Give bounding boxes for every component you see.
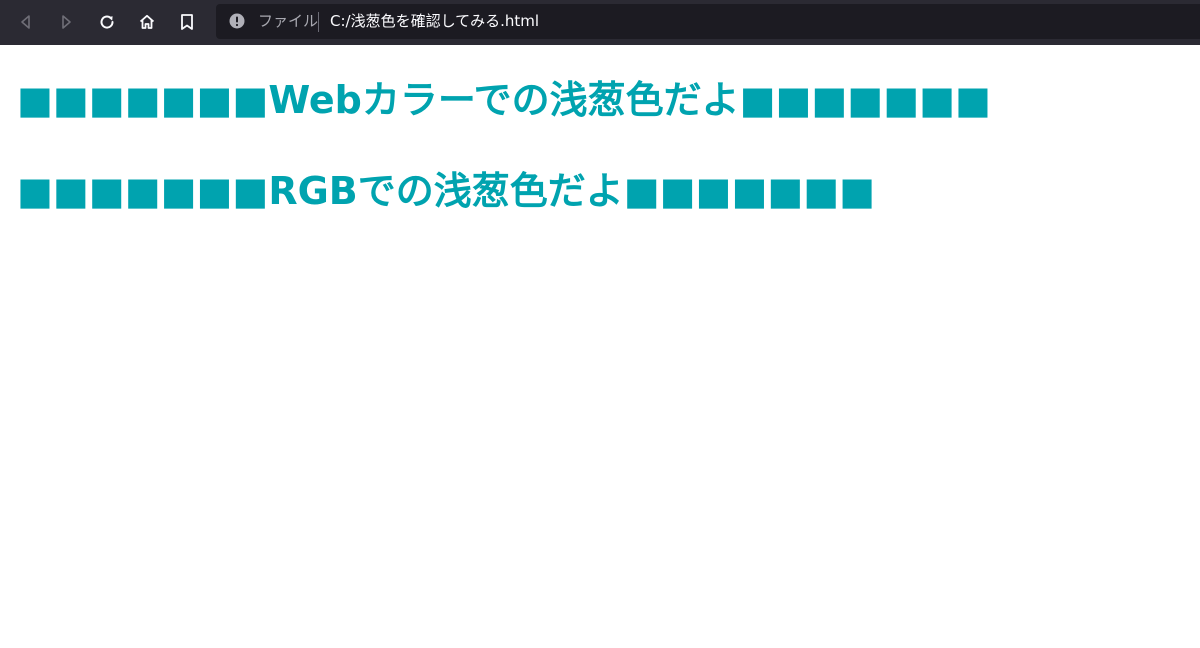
site-info-icon[interactable]	[229, 13, 245, 29]
heading-rgb: ■■■■■■■RGBでの浅葱色だよ■■■■■■■	[17, 169, 876, 213]
browser-toolbar: ファイル C:/浅葱色を確認してみる.html	[0, 0, 1200, 45]
url-separator	[318, 12, 319, 32]
page-content: ■■■■■■■Webカラーでの浅葱色だよ■■■■■■■ ■■■■■■■RGBでの…	[0, 45, 1200, 648]
reload-icon	[98, 13, 116, 31]
home-button[interactable]	[132, 8, 162, 36]
url-text[interactable]: C:/浅葱色を確認してみる.html	[330, 12, 539, 30]
site-label: ファイル	[258, 12, 319, 30]
reload-button[interactable]	[92, 8, 122, 36]
forward-button[interactable]	[51, 8, 81, 36]
bookmark-icon	[179, 13, 195, 31]
home-icon	[138, 13, 156, 31]
forward-icon	[58, 14, 74, 30]
bookmark-button[interactable]	[172, 8, 202, 36]
heading-web-color: ■■■■■■■Webカラーでの浅葱色だよ■■■■■■■	[17, 78, 991, 122]
back-icon	[18, 14, 34, 30]
url-bar[interactable]: ファイル C:/浅葱色を確認してみる.html	[216, 4, 1200, 39]
back-button[interactable]	[11, 8, 41, 36]
